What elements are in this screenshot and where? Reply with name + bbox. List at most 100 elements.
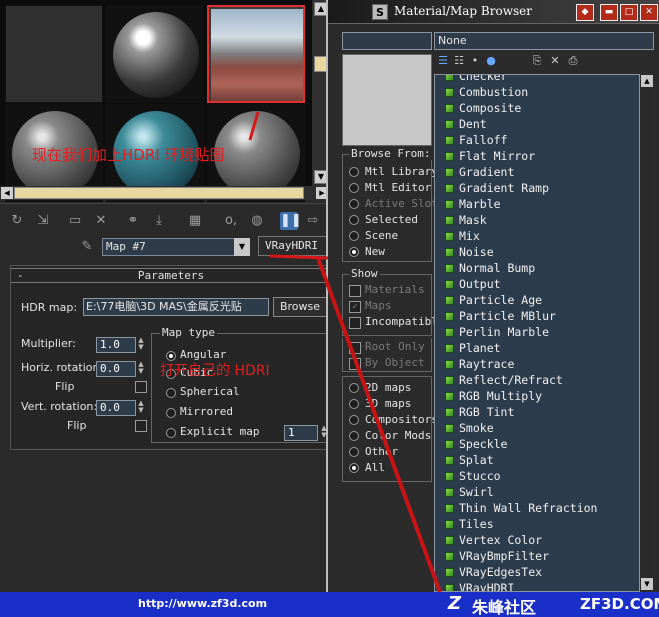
map-type-icon [445, 216, 454, 225]
rollout-title: Parameters [137, 269, 205, 282]
map-type-icon [445, 104, 454, 113]
put-to-library-icon[interactable]: ⤓ [150, 212, 168, 230]
horiz-flip-checkbox[interactable] [135, 381, 147, 393]
go-to-parent-icon[interactable]: ❚❚ [280, 212, 302, 230]
map-type-list[interactable]: Checker Combustion Composite Dent Falloff Fla… [434, 74, 640, 592]
update-scene-materials-icon[interactable]: ⎘ [530, 54, 544, 68]
map-list-item-label: Perlin Marble [459, 325, 550, 339]
scroll-left-icon[interactable]: ◀ [1, 187, 13, 199]
make-unique-icon[interactable]: ⚭ [124, 212, 142, 230]
view-large-icons-icon[interactable]: ● [484, 54, 498, 68]
spinner-arrows-icon[interactable]: ▲ ▼ [137, 337, 145, 353]
flip-label: Flip [67, 419, 87, 432]
close-icon[interactable]: ✕ [640, 4, 658, 21]
hdr-map-path-field[interactable]: E:\77电脑\3D MAS\金属反光贴 [83, 298, 269, 316]
view-list-icons-icon[interactable]: ☷ [452, 54, 466, 68]
minimize-icon[interactable]: ▬ [600, 4, 618, 21]
sample-slot-2[interactable] [106, 5, 204, 103]
material-name-field[interactable] [342, 32, 432, 50]
filter-input[interactable]: None [434, 32, 654, 50]
hdri-preview-sphere [211, 9, 303, 101]
pick-material-eyedropper-icon[interactable]: ✎ [78, 238, 96, 256]
map-name-row: ✎ Map #7 ▼ VRayHDRI [0, 236, 332, 260]
map-type-icon [445, 312, 454, 321]
map-type-icon [445, 152, 454, 161]
vert-flip-checkbox[interactable] [135, 420, 147, 432]
horiz-rotation-spinner[interactable]: 0.0 [96, 361, 136, 377]
map-list-item-label: Raytrace [459, 357, 515, 371]
dropdown-icon[interactable]: ◆ [576, 4, 594, 21]
flip-label: Flip [55, 380, 75, 393]
multiplier-spinner[interactable]: 1.0 [96, 337, 136, 353]
vert-rotation-spinner[interactable]: 0.0 [96, 400, 136, 416]
explicit-map-channel-spinner[interactable]: 1 [284, 425, 318, 441]
map-type-button[interactable]: VRayHDRI [258, 236, 332, 256]
map-category-group: 2D maps 3D maps Compositors Color Mods O… [342, 376, 438, 482]
material-id-channel-icon[interactable]: ▦ [186, 212, 204, 230]
map-list-item-label: Planet [459, 341, 501, 355]
window-title: Material/Map Browser [394, 4, 532, 18]
map-type-icon [445, 184, 454, 193]
view-list-icon[interactable]: ☰ [436, 54, 450, 68]
scroll-down-icon[interactable]: ▼ [641, 578, 653, 590]
show-end-result-icon[interactable]: ◍ [248, 212, 266, 230]
assign-to-selection-icon[interactable]: ▭ [66, 212, 84, 230]
delete-from-library-icon[interactable]: ✕ [548, 54, 562, 68]
put-to-scene-icon[interactable]: ⇲ [34, 212, 52, 230]
map-name-field[interactable]: Map #7 [102, 238, 250, 256]
slots-horizontal-scrollbar[interactable]: ◀ ▶ [0, 186, 330, 200]
map-type-icon [445, 488, 454, 497]
material-toolbar: ↻ ⇲ ▭ ✕ ⚭ ⤓ ▦ o, ◍ ❚❚ ⇨ [0, 203, 330, 235]
browser-list-column: None ☰ ☷ • ● ⎘ ✕ ⎙ Checker Combustion Comp… [434, 26, 659, 592]
map-list-item-label: VRayEdgesTex [459, 565, 543, 579]
chrome-sphere [113, 12, 199, 98]
reset-map-icon[interactable]: ✕ [92, 212, 110, 230]
parameters-rollout-header[interactable]: - Parameters [11, 268, 331, 283]
map-list-item-label: Combustion [459, 85, 529, 99]
view-small-icons-icon[interactable]: • [468, 54, 482, 68]
spherical-radio[interactable] [166, 388, 176, 398]
map-type-title: Map type [160, 326, 217, 339]
map-type-icon [445, 408, 454, 417]
sample-slot-1[interactable] [5, 5, 103, 103]
browser-titlebar[interactable]: S Material/Map Browser ◆ ▬ □ ✕ [328, 0, 659, 24]
map-type-icon [445, 568, 454, 577]
map-list-item-label: Swirl [459, 485, 494, 499]
site-logo-icon: Z [448, 593, 462, 614]
map-list-item-label: Thin Wall Refraction [459, 501, 598, 515]
spinner-arrows-icon[interactable]: ▲ ▼ [137, 400, 145, 416]
map-name-dropdown-icon[interactable]: ▼ [234, 238, 250, 256]
map-type-icon [445, 168, 454, 177]
map-type-icon [445, 232, 454, 241]
map-list-scrollbar[interactable]: ▲ ▼ [640, 74, 654, 592]
map-list-item-label: Particle Age [459, 293, 543, 307]
spherical-label: Spherical [180, 385, 240, 398]
annotation-add-hdri: 现在我们加上HDRI 环境贴图 [32, 146, 225, 164]
mirrored-radio[interactable] [166, 408, 176, 418]
browse-button[interactable]: Browse [273, 297, 327, 317]
sample-slot-3-selected[interactable] [207, 5, 305, 103]
spinner-arrows-icon[interactable]: ▲ ▼ [137, 361, 145, 377]
show-title: Show [349, 267, 380, 280]
map-list-item-label: Marble [459, 197, 501, 211]
map-list-item-label: Tiles [459, 517, 494, 531]
map-list-item-label: Particle MBlur [459, 309, 556, 323]
get-material-icon[interactable]: ↻ [8, 212, 26, 230]
go-forward-to-sibling-icon[interactable]: ⇨ [304, 212, 322, 230]
explicit-map-radio[interactable] [166, 428, 176, 438]
footer-site-name: 朱峰社区 [472, 598, 537, 617]
map-type-icon [445, 472, 454, 481]
scroll-thumb-h[interactable] [14, 187, 304, 199]
map-type-icon [445, 280, 454, 289]
scroll-up-icon[interactable]: ▲ [641, 75, 653, 87]
explicit-map-label: Explicit map [180, 425, 260, 438]
app-icon: S [372, 4, 388, 20]
map-type-icon [445, 88, 454, 97]
map-list-item-label: Falloff [459, 133, 508, 147]
map-list-item-label: Flat Mirror [459, 149, 536, 163]
maximize-icon[interactable]: □ [620, 4, 638, 21]
map-type-icon [445, 376, 454, 385]
show-map-in-viewport-icon[interactable]: o, [222, 212, 240, 230]
browse-from-title: Browse From: [349, 147, 433, 160]
clear-library-icon[interactable]: ⎙ [566, 54, 580, 68]
